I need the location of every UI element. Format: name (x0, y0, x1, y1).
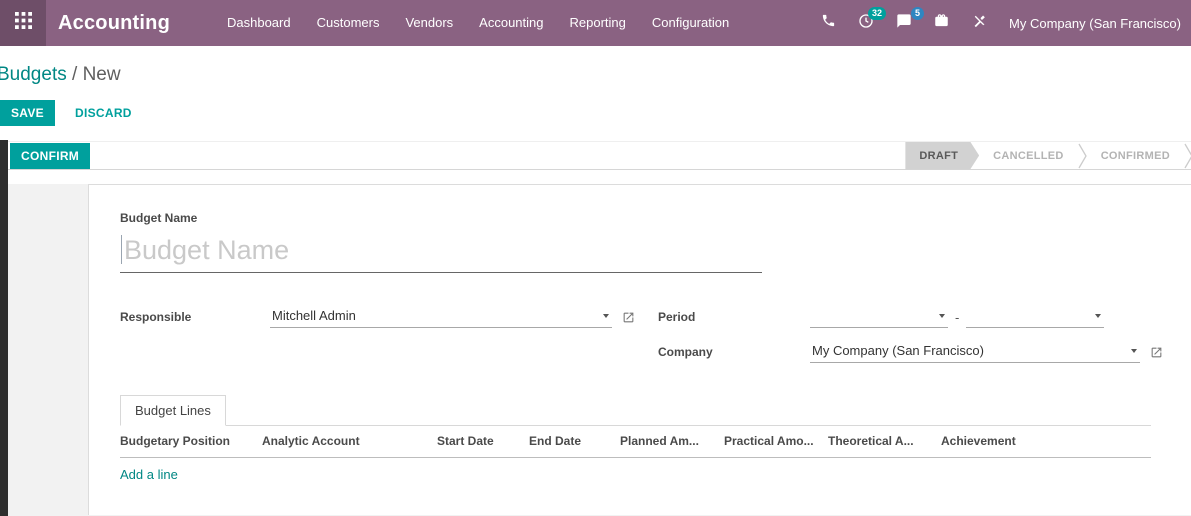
top-navbar: Accounting Dashboard Customers Vendors A… (0, 0, 1191, 46)
budget-lines-table: Budgetary Position Analytic Account Star… (120, 426, 1151, 491)
col-achievement[interactable]: Achievement (941, 434, 1151, 448)
apps-menu-button[interactable] (0, 0, 46, 46)
menu-configuration[interactable]: Configuration (639, 0, 742, 46)
col-end-date[interactable]: End Date (529, 434, 620, 448)
chevron-down-icon (939, 313, 945, 318)
activity-badge: 32 (868, 7, 887, 20)
statusbar: CONFIRM DRAFT CANCELLED CONFIRMED (0, 141, 1191, 170)
menu-reporting[interactable]: Reporting (557, 0, 639, 46)
company-select[interactable]: My Company (San Francisco) (810, 341, 1140, 363)
responsible-external-link-button[interactable] (622, 311, 635, 324)
period-label: Period (658, 310, 696, 324)
navbar-systray: 32 5 My Company (San Francisco) (810, 0, 1191, 46)
app-brand-title: Accounting (58, 11, 170, 34)
col-practical-amount[interactable]: Practical Amo... (724, 434, 828, 448)
menu-customers[interactable]: Customers (304, 0, 393, 46)
content-area: Budget Name Responsible Mitchell Admin P… (0, 184, 1191, 516)
save-button[interactable]: SAVE (0, 99, 55, 126)
col-theoretical-amount[interactable]: Theoretical A... (828, 434, 941, 448)
notebook-tabs: Budget Lines (120, 395, 1151, 426)
status-pipeline: DRAFT CANCELLED CONFIRMED (905, 142, 1191, 169)
responsible-value: Mitchell Admin (272, 308, 356, 323)
responsible-select[interactable]: Mitchell Admin (270, 306, 612, 328)
gift-button[interactable] (923, 0, 960, 46)
chevron-separator-icon (1184, 143, 1191, 169)
status-draft[interactable]: DRAFT (905, 142, 979, 170)
breadcrumb-budgets-link[interactable]: Budgets (0, 64, 67, 85)
budget-name-label: Budget Name (120, 211, 198, 225)
tools-icon (971, 13, 986, 33)
col-budgetary-position[interactable]: Budgetary Position (120, 434, 262, 448)
external-link-icon (1151, 347, 1162, 357)
period-separator: - (955, 309, 960, 325)
tab-budget-lines[interactable]: Budget Lines (120, 395, 226, 426)
discard-button[interactable]: DISCARD (63, 100, 144, 126)
period-start-select[interactable] (810, 306, 948, 328)
budget-name-input[interactable] (120, 235, 762, 266)
breadcrumb: Budgets / New (0, 46, 1191, 86)
form-action-buttons: SAVE DISCARD (0, 99, 1191, 126)
messages-button[interactable]: 5 (885, 0, 925, 46)
menu-dashboard[interactable]: Dashboard (214, 0, 304, 46)
gift-icon (934, 13, 949, 33)
external-link-icon (623, 312, 634, 322)
status-cancelled[interactable]: CANCELLED (979, 142, 1078, 170)
add-a-line-link[interactable]: Add a line (120, 458, 178, 491)
period-field-group: - (810, 306, 1163, 328)
responsible-label: Responsible (120, 310, 192, 324)
period-end-select[interactable] (966, 306, 1105, 328)
user-company-menu[interactable]: My Company (San Francisco) (997, 16, 1191, 31)
menu-vendors[interactable]: Vendors (392, 0, 466, 46)
form-sheet: Budget Name Responsible Mitchell Admin P… (88, 184, 1191, 515)
tools-button[interactable] (960, 0, 997, 46)
confirm-button[interactable]: CONFIRM (10, 142, 91, 169)
company-value: My Company (San Francisco) (812, 343, 984, 358)
menu-accounting[interactable]: Accounting (466, 0, 556, 46)
chevron-down-icon (603, 313, 609, 318)
col-analytic-account[interactable]: Analytic Account (262, 434, 437, 448)
apps-grid-icon (14, 12, 32, 34)
chat-bubble-icon (896, 13, 912, 34)
chevron-down-icon (1131, 348, 1137, 353)
company-label: Company (658, 345, 713, 359)
breadcrumb-current: New (82, 64, 121, 85)
voip-button[interactable] (810, 0, 847, 46)
chevron-down-icon (1095, 313, 1102, 318)
status-confirmed[interactable]: CONFIRMED (1087, 142, 1184, 170)
activities-button[interactable]: 32 (847, 0, 887, 46)
table-header-row: Budgetary Position Analytic Account Star… (120, 426, 1151, 458)
col-planned-amount[interactable]: Planned Am... (620, 434, 724, 448)
form-fields-grid: Responsible Mitchell Admin Period - Comp… (120, 306, 1162, 363)
text-cursor (121, 235, 122, 264)
breadcrumb-separator: / (72, 64, 78, 85)
dark-left-edge (0, 140, 8, 516)
col-start-date[interactable]: Start Date (437, 434, 529, 448)
budget-name-field-wrap (120, 235, 762, 273)
company-external-link-button[interactable] (1150, 346, 1163, 359)
chevron-separator-icon (1078, 143, 1087, 169)
company-field-group: My Company (San Francisco) (810, 341, 1163, 363)
responsible-field-group: Mitchell Admin (270, 306, 658, 328)
main-menu: Dashboard Customers Vendors Accounting R… (214, 0, 742, 46)
phone-icon (821, 13, 836, 33)
